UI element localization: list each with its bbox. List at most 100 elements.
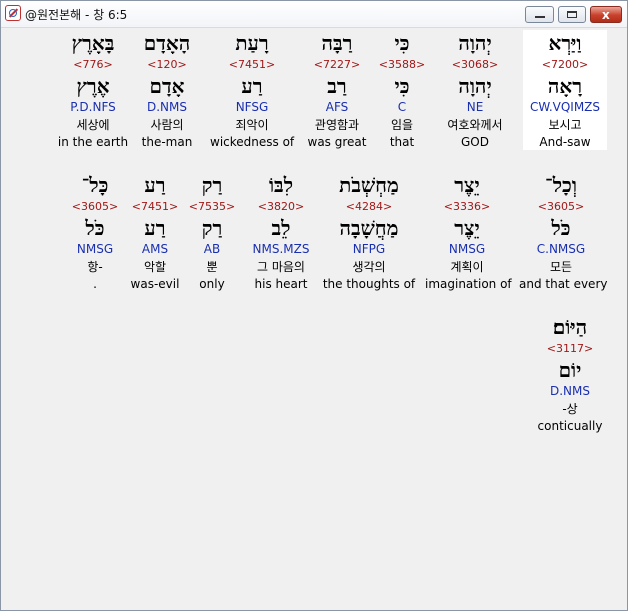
morphology: AMS [141,242,169,256]
word-cell[interactable]: הָאָדָם <120> אָדָם D.NMS 사람의 the-man [125,30,209,150]
korean-gloss: 뿐 [206,260,218,274]
english-gloss: wickedness of [210,135,295,149]
word-cell[interactable]: מַחְשְׁבֹת <4284> מַחֲשָׁבָה NFPG 생각의 th… [314,172,424,292]
lemma: מַחֲשָׁבָה [339,216,399,240]
english-gloss: imagination of [425,277,512,291]
lemma: יְהוָה [458,74,492,98]
korean-gloss: 그 마음의 [257,260,305,274]
word-cell[interactable]: רַק <7535> רַק AB 뿐 only [181,172,243,292]
korean-gloss: 모든 [549,260,573,274]
lemma: אָדָם [149,74,185,98]
lemma: רָאָה [547,74,583,98]
word-cell[interactable]: רַע <7451> רַע AMS 악할 was-evil [123,172,187,292]
minimize-button[interactable] [525,6,554,23]
lemma: לֵב [271,216,291,240]
word-cell[interactable]: יֵצֶר <3336> יֵצֶר NMSG 계획이 imagination … [425,172,512,292]
english-gloss: And-saw [539,135,591,149]
hebrew-word: וְכָל־ [545,173,577,197]
lemma: אֶרֶץ [76,74,110,98]
word-cell[interactable]: בָּאָרֶץ <776> אֶרֶץ P.D.NFS 세상에 in the … [51,30,135,150]
word-cell[interactable]: יְהוָה <3068> יְהוָה NE 여호와께서 GOD [433,30,517,150]
hebrew-word: לִבּוֹ [268,173,294,197]
hebrew-word: מַחְשְׁבֹת [339,173,399,197]
english-gloss: only [199,277,225,291]
morphology: NMSG [76,242,114,256]
lemma: רַב [327,74,347,98]
word-cell[interactable]: רָעַת <7451> רַע NFSG 죄악이 wickedness of [210,30,294,150]
strong-number[interactable]: <120> [125,56,209,74]
title-bar[interactable]: @원전본해 - 창 6:5 x [1,1,627,28]
morphology: C.NMSG [536,242,586,256]
strong-number[interactable]: <3117> [528,340,612,358]
english-gloss: conticually [537,419,603,433]
hebrew-word: רָעַת [235,31,269,55]
strong-number[interactable]: <3605> [519,198,603,216]
english-gloss: the-man [141,135,193,149]
strong-number[interactable]: <776> [51,56,135,74]
morphology: D.NMS [146,100,187,114]
interlinear-panel: וַיַּרְא <7200> רָאָה CW.VQIMZS 보시고 And-… [1,28,627,610]
korean-gloss: 관영함과 [314,118,360,132]
word-cell[interactable]: וַיַּרְא <7200> רָאָה CW.VQIMZS 보시고 And-… [523,30,607,150]
lemma: יוֹם [558,358,582,382]
english-gloss: . [93,277,97,291]
word-cell[interactable]: כָּל־ <3605> כֹּל NMSG 항- . [63,172,127,292]
lemma: יֵצֶר [454,216,480,240]
app-icon[interactable] [5,5,21,21]
strong-number[interactable]: <7535> [181,198,243,216]
strong-number[interactable]: <3605> [63,198,127,216]
hebrew-word: כָּל־ [81,173,109,197]
korean-gloss: 항- [87,260,103,274]
lemma: כֹּל [85,216,105,240]
morphology: NMSG [448,242,486,256]
morphology: NMS.MZS [252,242,310,256]
hebrew-word: יְהוָה [458,31,492,55]
strong-number[interactable]: <3336> [425,198,509,216]
word-cell[interactable]: וְכָל־ <3605> כֹּל C.NMSG 모든 and that ev… [519,172,607,292]
english-gloss: GOD [461,135,489,149]
morphology: D.NMS [549,384,590,398]
word-cell[interactable]: הַיּוֹם׃ <3117> יוֹם D.NMS -상 conticuall… [528,314,612,434]
hebrew-word: יֵצֶר [454,173,480,197]
close-button[interactable]: x [590,6,622,23]
morphology: P.D.NFS [70,100,116,114]
hebrew-word: הָאָדָם [143,31,191,55]
hebrew-word: בָּאָרֶץ [71,31,115,55]
morphology: NE [466,100,484,114]
morphology: NFSG [235,100,269,114]
english-gloss: was great [307,135,367,149]
word-cell[interactable]: רַבָּה <7227> רַב AFS 관영함과 was great [295,30,379,150]
hebrew-word: רַע [144,173,166,197]
english-gloss: the thoughts of [322,277,416,291]
hebrew-word: רַבָּה [321,31,353,55]
morphology: NFPG [352,242,386,256]
maximize-icon [567,11,577,18]
close-icon: x [602,8,610,22]
app-window: @원전본해 - 창 6:5 x וַיַּרְא <7200> רָאָה CW… [0,0,628,611]
korean-gloss: -상 [562,402,578,416]
korean-gloss: 세상에 [76,118,110,132]
hebrew-word: רַק [201,173,223,197]
morphology: AFS [325,100,349,114]
english-gloss: in the earth [57,135,129,149]
maximize-button[interactable] [558,6,586,23]
hebrew-word: הַיּוֹם׃ [552,315,588,339]
strong-number[interactable]: <7200> [523,56,607,74]
korean-gloss: 악할 [143,260,167,274]
lemma: רַק [201,216,223,240]
english-gloss: his heart [254,277,308,291]
strong-number[interactable]: <3820> [239,198,323,216]
lemma: רַע [241,74,263,98]
strong-number[interactable]: <7451> [123,198,187,216]
korean-gloss: 사람의 [150,118,184,132]
morphology: AB [203,242,221,256]
strong-number[interactable]: <4284> [314,198,424,216]
lemma: רַע [144,216,166,240]
strong-number[interactable]: <7227> [295,56,379,74]
word-cell[interactable]: לִבּוֹ <3820> לֵב NMS.MZS 그 마음의 his hear… [239,172,323,292]
strong-number[interactable]: <7451> [210,56,294,74]
strong-number[interactable]: <3068> [433,56,517,74]
minimize-icon [535,16,545,18]
korean-gloss: 생각의 [352,260,386,274]
korean-gloss: 여호와께서 [447,118,503,132]
